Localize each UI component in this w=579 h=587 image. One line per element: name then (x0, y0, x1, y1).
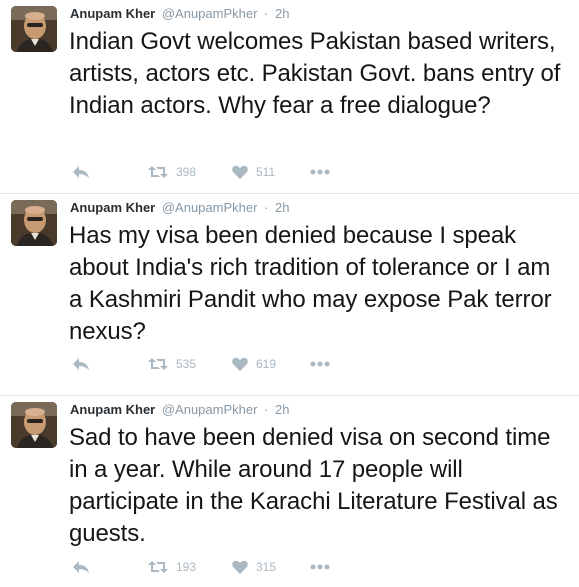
separator-dot: · (264, 402, 269, 417)
reply-icon (73, 561, 89, 573)
retweet-icon (148, 358, 168, 370)
avatar[interactable] (11, 200, 57, 246)
more-button[interactable] (310, 162, 330, 182)
timestamp[interactable]: 2h (275, 402, 289, 417)
avatar[interactable] (11, 6, 57, 52)
tweet-header: Anupam Kher @AnupamPkher · 2h (70, 6, 290, 22)
author-handle[interactable]: @AnupamPkher (162, 6, 258, 21)
timestamp[interactable]: 2h (275, 200, 289, 215)
author-name[interactable]: Anupam Kher (70, 200, 155, 215)
like-button[interactable]: 511 (232, 162, 275, 182)
heart-icon (232, 560, 248, 574)
tweet-actions: 193 315 (70, 557, 350, 577)
retweet-icon (148, 561, 168, 573)
timestamp[interactable]: 2h (275, 6, 289, 21)
more-icon (310, 361, 330, 367)
author-name[interactable]: Anupam Kher (70, 6, 155, 21)
retweet-button[interactable]: 535 (148, 354, 196, 374)
tweet-feed: Anupam Kher @AnupamPkher · 2h Indian Gov… (0, 0, 579, 587)
author-handle[interactable]: @AnupamPkher (162, 402, 258, 417)
like-count: 511 (256, 165, 276, 179)
tweet-text: Sad to have been denied visa on second t… (69, 424, 558, 547)
retweet-button[interactable]: 193 (148, 557, 196, 577)
heart-icon (232, 165, 248, 179)
more-button[interactable] (310, 354, 330, 374)
retweet-count: 398 (176, 165, 197, 179)
avatar-image (11, 200, 57, 246)
separator-dot: · (264, 200, 269, 215)
tweet-header: Anupam Kher @AnupamPkher · 2h (70, 200, 290, 216)
tweet-actions: 398 511 (70, 162, 350, 182)
reply-icon (73, 358, 89, 370)
tweet-text: Has my visa been denied because I speak … (69, 222, 552, 345)
more-button[interactable] (310, 557, 330, 577)
retweet-count: 535 (176, 357, 197, 371)
reply-button[interactable] (72, 557, 90, 577)
more-icon (310, 169, 330, 175)
retweet-button[interactable]: 398 (148, 162, 196, 182)
tweet-text: Indian Govt welcomes Pakistan based writ… (69, 28, 561, 119)
tweet-actions: 535 619 (70, 354, 350, 374)
retweet-icon (148, 166, 168, 178)
tweet-header: Anupam Kher @AnupamPkher · 2h (70, 402, 290, 418)
retweet-count: 193 (176, 560, 197, 574)
like-button[interactable]: 315 (232, 557, 276, 577)
author-name[interactable]: Anupam Kher (70, 402, 155, 417)
heart-icon (232, 357, 248, 371)
tweet[interactable]: Anupam Kher @AnupamPkher · 2h Has my vis… (0, 194, 579, 396)
more-icon (310, 564, 330, 570)
reply-button[interactable] (72, 354, 90, 374)
reply-icon (73, 166, 89, 178)
like-count: 315 (256, 560, 277, 574)
separator-dot: · (264, 6, 269, 21)
avatar-image (11, 6, 57, 52)
like-count: 619 (256, 357, 277, 371)
reply-button[interactable] (72, 162, 90, 182)
tweet[interactable]: Anupam Kher @AnupamPkher · 2h Sad to hav… (0, 396, 579, 587)
author-handle[interactable]: @AnupamPkher (162, 200, 258, 215)
like-button[interactable]: 619 (232, 354, 276, 374)
avatar-image (11, 402, 57, 448)
tweet[interactable]: Anupam Kher @AnupamPkher · 2h Indian Gov… (0, 0, 579, 194)
avatar[interactable] (11, 402, 57, 448)
